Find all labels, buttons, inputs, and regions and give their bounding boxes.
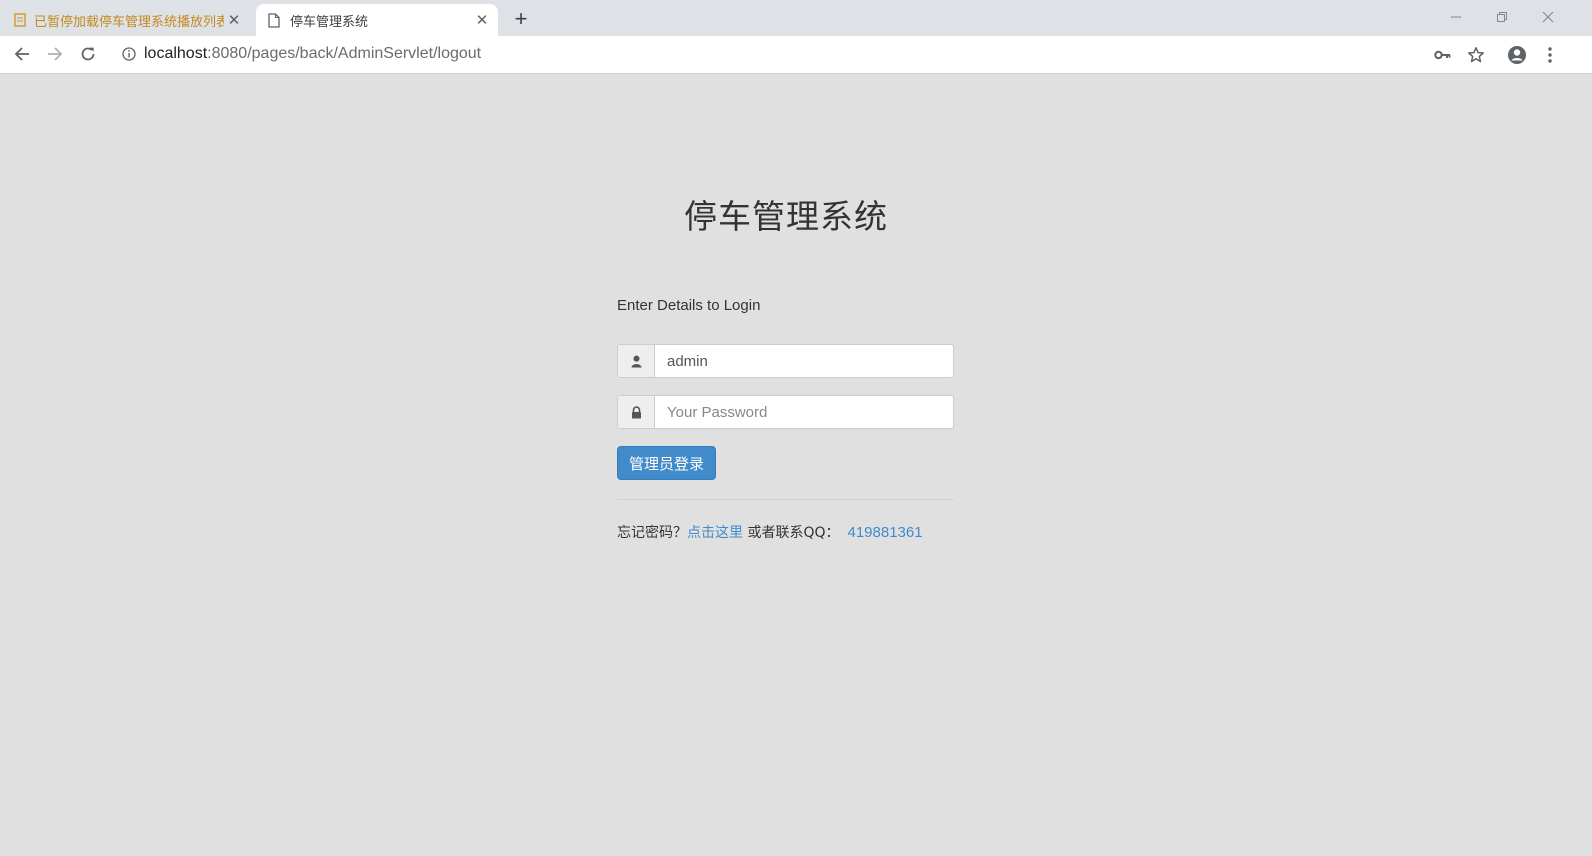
tab-title: 停车管理系统 <box>290 13 369 29</box>
forward-icon[interactable] <box>42 42 68 66</box>
login-form: Enter Details to Login 管理员登录 忘记密码？点击这里 或… <box>617 296 954 541</box>
menu-icon[interactable] <box>1539 44 1561 66</box>
back-icon[interactable] <box>9 42 35 66</box>
document-icon <box>268 12 280 28</box>
admin-login-button[interactable]: 管理员登录 <box>617 446 716 480</box>
tab-close-icon[interactable]: ✕ <box>472 10 492 30</box>
tab-strip: 已暂停加载停车管理系统播放列表 ✕ 停车管理系统 ✕ + <box>0 0 1592 36</box>
restore-icon[interactable] <box>1488 6 1516 28</box>
tab-paused-icon <box>12 12 28 28</box>
contact-qq-label: 或者联系QQ： <box>743 525 840 541</box>
tab-close-icon[interactable]: ✕ <box>224 10 244 30</box>
username-input[interactable] <box>655 345 953 377</box>
tab-parking-system[interactable]: 停车管理系统 ✕ <box>256 4 498 36</box>
tab-playlist[interactable]: 已暂停加载停车管理系统播放列表 ✕ <box>6 4 250 36</box>
divider <box>617 499 954 500</box>
window-close-icon[interactable] <box>1534 6 1562 28</box>
key-icon[interactable] <box>1432 44 1454 66</box>
qq-number-link[interactable]: 419881361 <box>848 524 923 541</box>
url-host: localhost <box>144 45 208 62</box>
page-title: 停车管理系统 <box>684 197 888 236</box>
forgot-prefix: 忘记密码？ <box>617 525 687 541</box>
login-heading: Enter Details to Login <box>617 297 761 314</box>
forgot-password-text: 忘记密码？点击这里 或者联系QQ： 419881361 <box>617 522 977 542</box>
user-icon <box>618 345 655 377</box>
password-input[interactable] <box>655 396 953 428</box>
click-here-link[interactable]: 点击这里 <box>687 525 743 541</box>
reload-icon[interactable] <box>75 42 101 66</box>
tab-title: 已暂停加载停车管理系统播放列表 <box>34 13 224 29</box>
password-group <box>617 395 954 429</box>
star-icon[interactable] <box>1465 44 1487 66</box>
address-bar[interactable]: localhost:8080/pages/back/AdminServlet/l… <box>112 40 1492 68</box>
url-path: :8080/pages/back/AdminServlet/logout <box>207 45 482 62</box>
new-tab-button[interactable]: + <box>508 6 534 31</box>
info-icon[interactable] <box>122 47 136 61</box>
account-icon[interactable] <box>1506 44 1528 66</box>
minimize-icon[interactable] <box>1442 6 1470 28</box>
browser-toolbar: localhost:8080/pages/back/AdminServlet/l… <box>0 36 1592 74</box>
username-group <box>617 344 954 378</box>
lock-icon <box>618 396 655 428</box>
